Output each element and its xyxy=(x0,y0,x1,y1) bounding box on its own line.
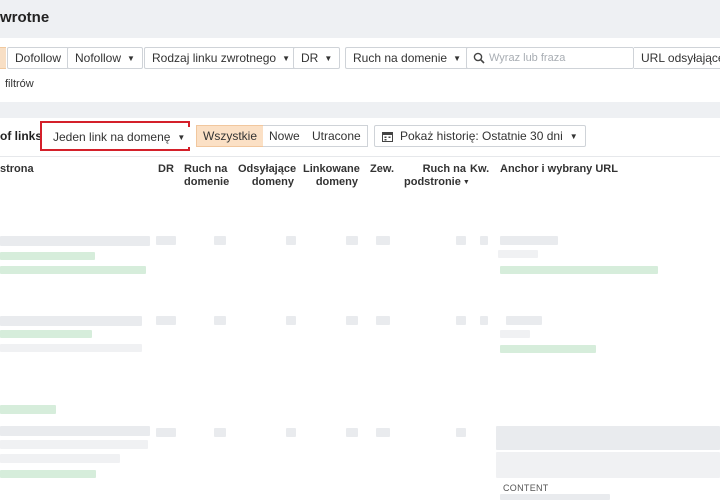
calendar-icon xyxy=(382,132,393,142)
blurred-value xyxy=(456,428,466,437)
nofollow-label: Nofollow xyxy=(75,51,122,65)
blurred-url xyxy=(0,252,95,260)
dr-filter-button[interactable]: DR ▼ xyxy=(293,47,341,69)
blurred-url xyxy=(0,344,142,352)
column-header-dr[interactable]: DR xyxy=(158,163,174,176)
blurred-anchor xyxy=(498,250,538,258)
column-header-referring-domains[interactable]: Odsyłające domeny xyxy=(238,163,296,189)
blurred-anchor xyxy=(506,316,542,325)
blurred-anchor xyxy=(496,452,720,478)
filters-link[interactable]: filtrów xyxy=(5,78,34,90)
search-input[interactable] xyxy=(489,49,629,67)
column-header-anchor-url[interactable]: Anchor i wybrany URL xyxy=(500,163,618,176)
filter-bar: Dofollow Nofollow ▼ Rodzaj linku zwrotneg… xyxy=(0,38,720,100)
segment-new[interactable]: Nowe xyxy=(263,125,307,147)
blurred-value xyxy=(286,316,296,325)
filter-active-stub[interactable] xyxy=(0,47,6,69)
grouping-dropdown-label: Jeden link na domenę xyxy=(53,130,171,144)
blurred-anchor xyxy=(500,236,558,245)
blurred-value xyxy=(214,236,226,245)
blurred-value xyxy=(376,316,390,325)
chevron-down-icon: ▼ xyxy=(324,54,333,63)
blurred-value xyxy=(456,316,466,325)
blurred-value xyxy=(214,316,226,325)
history-dropdown[interactable]: Pokaż historię: Ostatnie 30 dni ▼ xyxy=(374,125,586,147)
table-header: strona DR Ruch na domenie Odsyłające domen… xyxy=(0,156,720,202)
blurred-anchor xyxy=(500,330,530,338)
blurred-anchor xyxy=(496,426,720,450)
section-divider xyxy=(0,102,720,118)
blurred-value xyxy=(480,316,488,325)
search-icon xyxy=(473,52,485,64)
link-type-filter-button[interactable]: Rodzaj linku zwrotnego ▼ xyxy=(144,47,298,69)
blurred-title xyxy=(0,236,150,246)
column-header-linked-domains[interactable]: Linkowane domeny xyxy=(303,163,360,189)
blurred-title xyxy=(0,426,150,436)
column-header-domain-traffic[interactable]: Ruch na domenie xyxy=(184,163,229,189)
referring-url-dropdown[interactable]: URL odsyłające xyxy=(634,47,720,69)
sort-desc-icon: ▼ xyxy=(462,179,470,186)
blurred-url xyxy=(500,266,658,274)
content-tag: CONTENT xyxy=(503,483,549,493)
blurred-url xyxy=(500,345,596,353)
segment-lost[interactable]: Utracone xyxy=(306,125,368,147)
blurred-title xyxy=(0,454,120,463)
column-header-page[interactable]: strona xyxy=(0,163,34,176)
chevron-down-icon: ▼ xyxy=(127,54,135,63)
table-controls: of links Jeden link na domenę ▼ Wszystkie… xyxy=(0,118,720,154)
blurred-url xyxy=(0,405,56,414)
segment-all[interactable]: Wszystkie xyxy=(196,125,264,147)
dr-label: DR xyxy=(301,51,319,65)
page-title: wrotne xyxy=(0,9,50,26)
blurred-value xyxy=(156,316,176,325)
link-type-label: Rodzaj linku zwrotnego xyxy=(152,51,277,65)
blurred-value xyxy=(346,316,358,325)
domain-traffic-label: Ruch na domenie xyxy=(353,51,448,65)
grouping-highlight: Jeden link na domenę ▼ xyxy=(40,121,192,151)
dofollow-filter-button[interactable]: Dofollow xyxy=(7,47,70,69)
title-bar: wrotne xyxy=(0,0,720,38)
blurred-value xyxy=(346,236,358,245)
group-label: of links xyxy=(0,129,43,143)
blurred-url xyxy=(0,330,92,338)
column-header-external[interactable]: Zew. xyxy=(370,163,394,176)
blurred-title xyxy=(0,440,148,449)
nofollow-filter-button[interactable]: Nofollow ▼ xyxy=(67,47,143,69)
blurred-value xyxy=(480,236,488,245)
blurred-url xyxy=(0,266,146,274)
column-header-page-traffic[interactable]: Ruch na podstronie ▼ xyxy=(404,163,470,189)
chevron-down-icon: ▼ xyxy=(177,133,186,142)
chevron-down-icon: ▼ xyxy=(569,132,578,141)
column-header-keywords[interactable]: Kw. xyxy=(470,163,489,176)
blurred-url xyxy=(0,470,96,478)
blurred-value xyxy=(214,428,226,437)
blurred-value xyxy=(346,428,358,437)
dofollow-label: Dofollow xyxy=(15,51,62,65)
blurred-value xyxy=(456,236,466,245)
domain-traffic-filter-button[interactable]: Ruch na domenie ▼ xyxy=(345,47,469,69)
blurred-value xyxy=(376,428,390,437)
history-dropdown-label: Pokaż historię: Ostatnie 30 dni xyxy=(400,129,563,143)
search-box[interactable] xyxy=(466,47,634,69)
grouping-dropdown[interactable]: Jeden link na domenę ▼ xyxy=(47,127,192,147)
chevron-down-icon: ▼ xyxy=(282,54,290,63)
blurred-value xyxy=(156,236,176,245)
blurred-value xyxy=(286,236,296,245)
blurred-value xyxy=(286,428,296,437)
blurred-value xyxy=(156,428,176,437)
blurred-value xyxy=(376,236,390,245)
blurred-url xyxy=(500,494,610,500)
blurred-title xyxy=(0,316,142,326)
chevron-down-icon: ▼ xyxy=(453,54,461,63)
